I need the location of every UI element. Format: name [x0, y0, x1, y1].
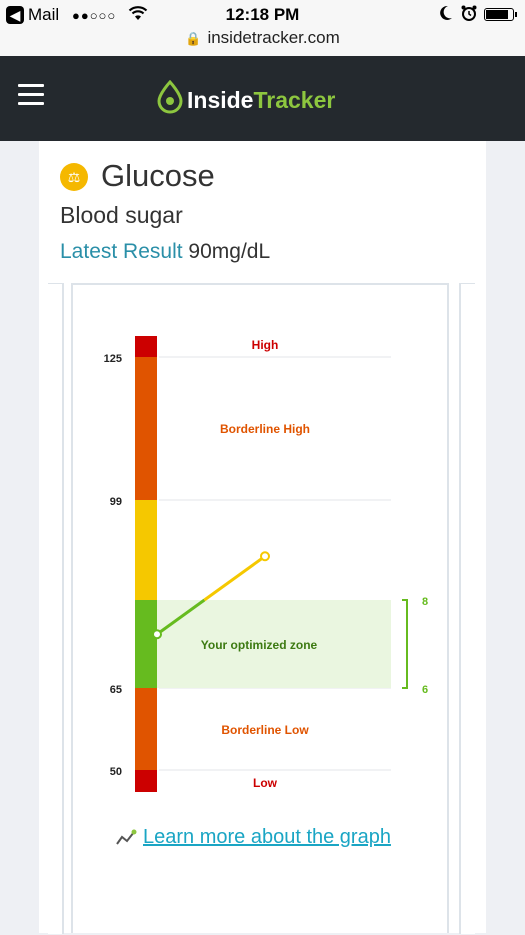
zone-bar-borderline-low: [135, 688, 157, 770]
marker-subtitle: Blood sugar: [60, 202, 183, 228]
logo-text-inside: Inside: [187, 87, 254, 113]
zone-label-borderline-low: Borderline Low: [221, 723, 309, 737]
tick-label-50: 50: [110, 766, 122, 778]
zone-bar-normal: [135, 500, 157, 600]
zone-label-optimized: Your optimized zone: [201, 638, 318, 652]
tick-label-65: 65: [110, 684, 122, 696]
status-bar: ◀ Mail ●●○○○ 12:18 PM 🔒 insidetracker.com: [0, 0, 525, 56]
next-graph-panel[interactable]: [459, 283, 475, 934]
data-point-first: [152, 629, 162, 640]
drop-logo-icon: [157, 80, 183, 114]
zone-label-low: Low: [253, 776, 278, 790]
logo-text-tracker: Tracker: [253, 87, 336, 113]
hamburger-menu-icon[interactable]: [18, 84, 44, 106]
graph-icon: [116, 829, 137, 845]
latest-result-label[interactable]: Latest Result: [60, 240, 183, 263]
optimized-zone-bracket: [402, 599, 408, 689]
lock-icon: 🔒: [185, 31, 202, 46]
tick-label-125: 125: [104, 353, 122, 365]
previous-graph-panel[interactable]: [48, 283, 64, 934]
address-bar[interactable]: 🔒 insidetracker.com: [0, 28, 525, 48]
latest-result: Latest Result 90mg/dL: [60, 240, 270, 264]
top-navigation: InsideTracker: [0, 56, 525, 141]
marker-title: Glucose: [101, 158, 215, 193]
battery-icon: [484, 8, 517, 21]
zone-bar-optimal: [135, 600, 157, 688]
zone-bar-borderline-high: [135, 357, 157, 500]
learn-more-link[interactable]: Learn more about the graph: [143, 826, 391, 849]
scale-icon: ⚖: [60, 163, 88, 191]
zone-bar-high: [135, 336, 157, 357]
tick-label-99: 99: [110, 496, 122, 508]
moon-icon: [438, 4, 454, 27]
zone-bar-low: [135, 770, 157, 792]
bracket-label-top: 8: [422, 596, 428, 608]
data-point-latest: [260, 551, 270, 562]
alarm-icon: [460, 4, 478, 27]
result-line-normal: [203, 555, 266, 602]
bracket-label-bottom: 6: [422, 684, 428, 696]
url-text: insidetracker.com: [207, 28, 340, 47]
zone-label-high: High: [252, 338, 279, 352]
latest-result-value: 90mg/dL: [188, 240, 271, 263]
zone-label-borderline-high: Borderline High: [220, 422, 310, 436]
